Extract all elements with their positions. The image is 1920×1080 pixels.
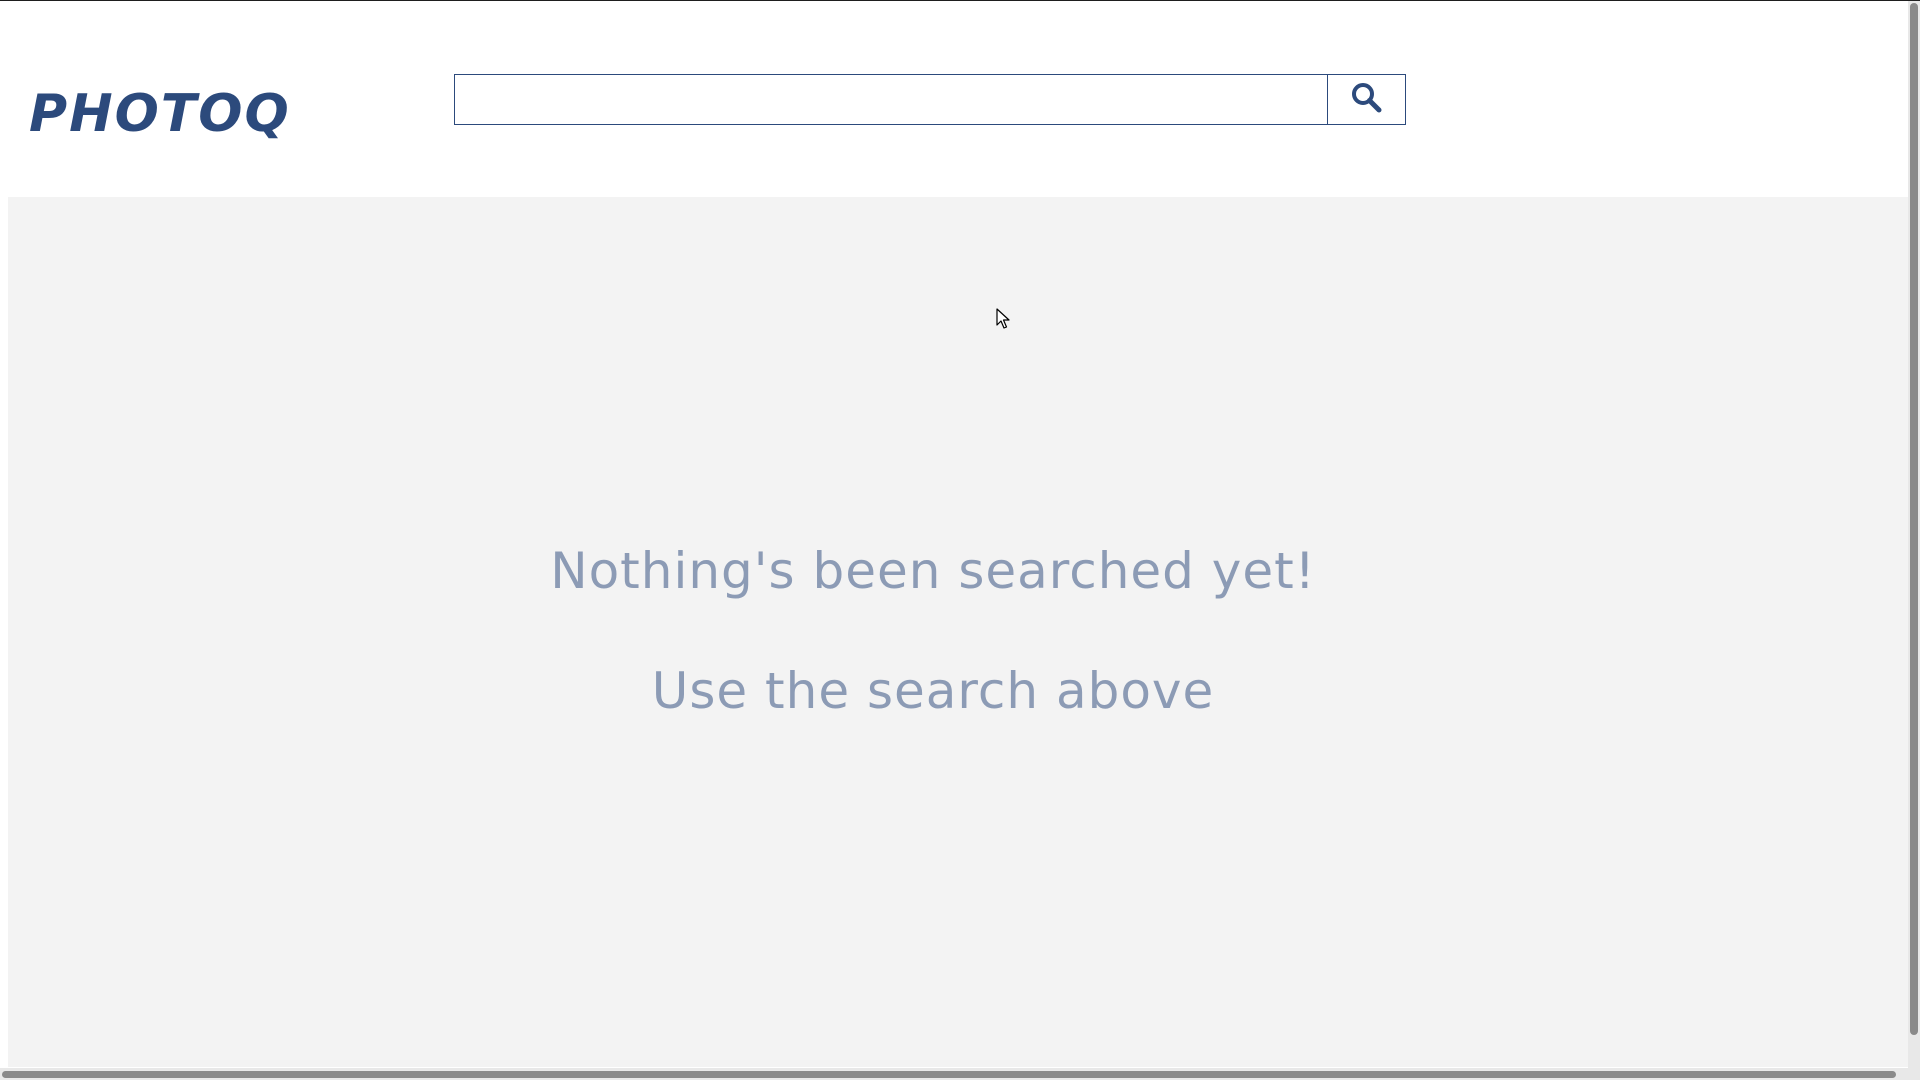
search-icon bbox=[1350, 81, 1384, 118]
search-button[interactable] bbox=[1327, 74, 1406, 125]
logo[interactable]: PHOTOQ bbox=[29, 83, 291, 145]
header: PHOTOQ bbox=[0, 1, 1908, 197]
empty-state-title: Nothing's been searched yet! bbox=[550, 542, 1316, 600]
empty-state-hint: Use the search above bbox=[651, 662, 1215, 720]
vertical-scrollbar[interactable] bbox=[1908, 1, 1920, 1080]
search-form bbox=[454, 74, 1406, 125]
horizontal-scrollbar[interactable] bbox=[0, 1068, 1908, 1080]
results-area: Nothing's been searched yet! Use the sea… bbox=[8, 197, 1908, 1067]
page: PHOTOQ Nothing's been searched yet! Use … bbox=[0, 0, 1920, 1080]
mouse-cursor-icon bbox=[996, 308, 1010, 329]
horizontal-scrollbar-thumb[interactable] bbox=[2, 1071, 1896, 1078]
vertical-scrollbar-thumb[interactable] bbox=[1910, 3, 1918, 1035]
search-input[interactable] bbox=[454, 74, 1327, 125]
